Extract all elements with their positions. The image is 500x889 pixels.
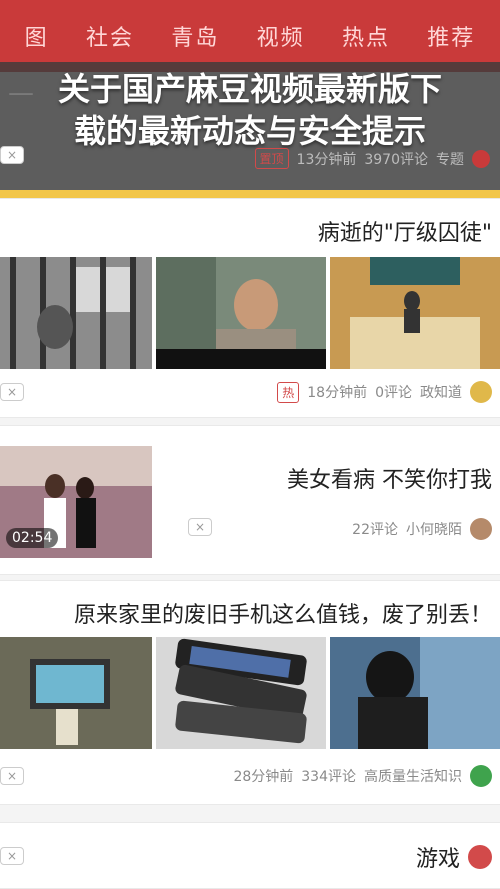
video-thumbnail[interactable]: 02:54: [0, 446, 152, 558]
phone-desk-icon: [0, 637, 152, 749]
time: 13分钟前: [296, 151, 357, 168]
card-title[interactable]: 美女看病 不笑你打我: [287, 462, 492, 494]
tab-hot[interactable]: 热点: [342, 20, 390, 52]
tab-recommend[interactable]: 推荐: [427, 20, 475, 52]
headline: 关于国产麻豆视频最新版下 载的最新动态与安全提示: [0, 68, 500, 152]
card-title[interactable]: 原来家里的废旧手机这么值钱，废了别丢！: [74, 597, 492, 629]
card-title: 游戏: [415, 847, 460, 872]
tab-qingdao[interactable]: 青岛: [171, 20, 219, 52]
source: 高质量生活知识: [364, 769, 462, 785]
card-meta: 22评论 小何晓陌: [352, 518, 492, 540]
dismiss-button[interactable]: ×: [188, 518, 212, 536]
source-logo-icon: [472, 149, 490, 168]
comments: 22评论: [352, 522, 398, 538]
comments: 0评论: [375, 385, 412, 401]
source-avatar: [470, 765, 492, 787]
dismiss-button[interactable]: ×: [0, 383, 24, 401]
dismiss-button[interactable]: ×: [0, 847, 24, 865]
comments: 334评论: [301, 769, 356, 785]
source: 小何晓陌: [406, 522, 462, 538]
headline-line-2: 载的最新动态与安全提示: [73, 112, 426, 150]
card-meta: 28分钟前 334评论 高质量生活知识: [233, 765, 492, 787]
time: 18分钟前: [307, 385, 368, 401]
courtroom-icon: [330, 257, 500, 369]
game-icon: [468, 845, 492, 869]
news-card-3[interactable]: × 游戏: [0, 822, 500, 889]
thumbnail-thief[interactable]: [330, 637, 500, 749]
top-meta: 置顶 13分钟前 3970评论 专题: [254, 148, 490, 169]
stacked-phones-icon: [156, 637, 326, 749]
dismiss-button[interactable]: ×: [0, 146, 24, 164]
news-card-1[interactable]: 病逝的"厅级囚徒" × 热 18分钟前 0评论 政知道: [0, 198, 500, 418]
car-thief-icon: [330, 637, 500, 749]
card-meta: 热 18分钟前 0评论 政知道: [277, 381, 492, 403]
pin-badge: 置顶: [254, 148, 289, 169]
news-card-2[interactable]: 原来家里的废旧手机这么值钱，废了别丢！ × 28分钟前 334评论 高质量生活知…: [0, 580, 500, 805]
accent-divider: [0, 190, 500, 198]
man-portrait-icon: [156, 257, 326, 369]
time: 28分钟前: [233, 769, 294, 785]
video-duration: 02:54: [6, 528, 59, 548]
hot-badge: 热: [277, 381, 300, 403]
comments: 3970评论: [364, 151, 428, 168]
prison-image-icon: [0, 257, 152, 369]
thumbnail-phones[interactable]: [156, 637, 326, 749]
thumbnail-phone-desk[interactable]: [0, 637, 152, 749]
tab-image[interactable]: 图: [25, 20, 49, 52]
tab-video[interactable]: 视频: [257, 20, 305, 52]
card-title[interactable]: 病逝的"厅级囚徒": [318, 215, 492, 247]
tab-society[interactable]: 社会: [86, 20, 134, 52]
dismiss-button[interactable]: ×: [0, 767, 24, 785]
source-avatar: [470, 518, 492, 540]
card-title-row[interactable]: 游戏: [416, 841, 492, 873]
source: 政知道: [420, 385, 462, 401]
video-card[interactable]: 02:54 美女看病 不笑你打我 × 22评论 小何晓陌: [0, 425, 500, 575]
source: 专题: [436, 151, 464, 168]
thumbnail-prison[interactable]: [0, 257, 152, 369]
thumbnail-official[interactable]: [156, 257, 326, 369]
thumbnail-courtroom[interactable]: [330, 257, 500, 369]
headline-line-1: 关于国产麻豆视频最新版下: [57, 70, 442, 108]
source-avatar: [470, 381, 492, 403]
